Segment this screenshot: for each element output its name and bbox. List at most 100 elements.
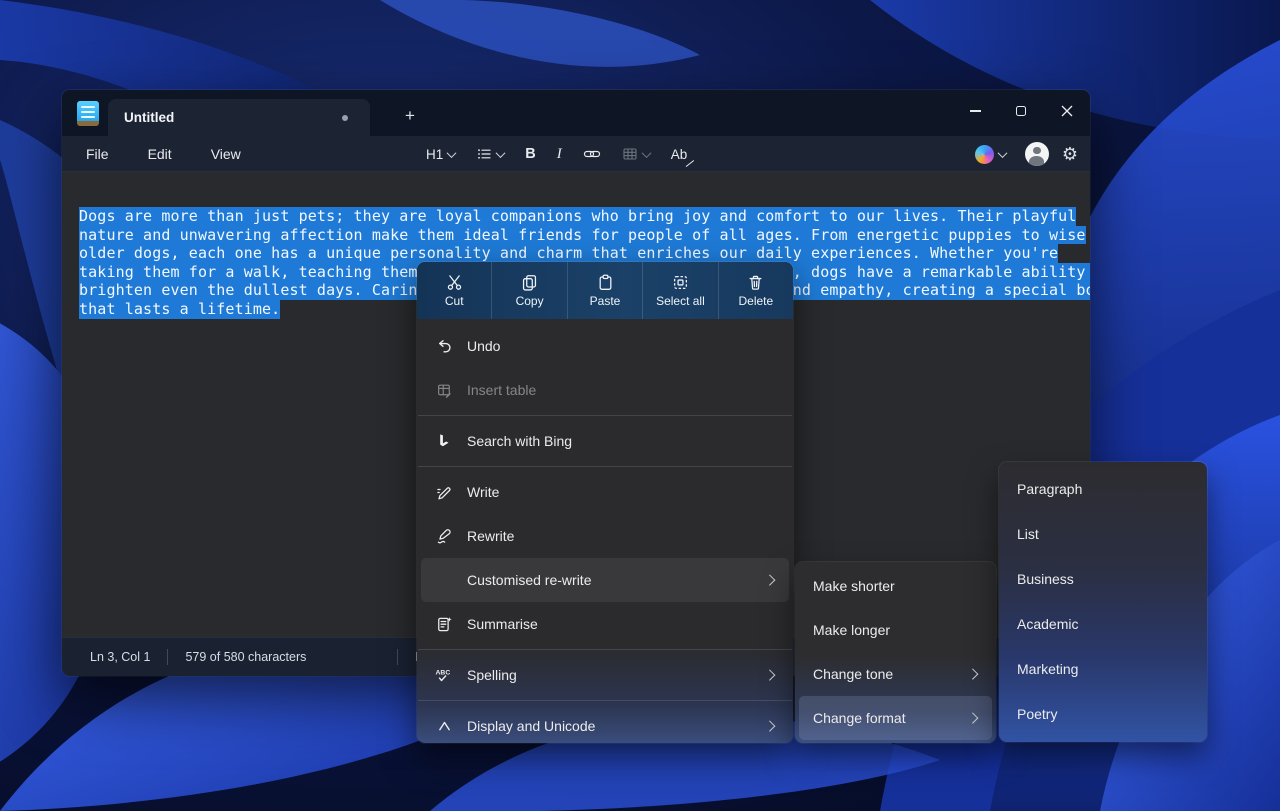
insert-table-label: Insert table (467, 382, 536, 398)
list-label: List (1003, 526, 1039, 542)
menu-item-academic[interactable]: Academic (1003, 601, 1203, 646)
account-button[interactable] (1025, 142, 1049, 166)
academic-label: Academic (1003, 616, 1078, 632)
menubar: File Edit View (80, 136, 247, 172)
menu-item-summarise[interactable]: Summarise (421, 602, 789, 646)
table-icon (622, 146, 638, 162)
paste-icon (597, 274, 614, 291)
quick-actions-row: Cut Copy Paste Select all (417, 262, 793, 319)
menu-item-paragraph[interactable]: Paragraph (1003, 466, 1203, 511)
menu-item-business[interactable]: Business (1003, 556, 1203, 601)
menu-item-display-unicode[interactable]: Display and Unicode (421, 704, 789, 743)
undo-icon (436, 338, 453, 355)
bold-button[interactable]: B (519, 142, 541, 166)
list-icon (476, 146, 492, 162)
titlebar: Untitled + (62, 90, 1090, 136)
copy-icon (521, 274, 538, 291)
menu-item-make-longer[interactable]: Make longer (799, 608, 992, 652)
business-label: Business (1003, 571, 1074, 587)
maximize-button[interactable] (998, 90, 1044, 132)
poetry-label: Poetry (1003, 706, 1057, 722)
delete-button[interactable]: Delete (719, 262, 793, 319)
context-menu: Cut Copy Paste Select all (417, 262, 793, 743)
format-tools: H1 B I (420, 136, 693, 172)
summarise-icon (436, 616, 453, 633)
display-unicode-label: Display and Unicode (467, 718, 595, 734)
tab-title: Untitled (108, 110, 174, 125)
menu-edit[interactable]: Edit (142, 143, 178, 165)
rewrite-pen-icon (436, 528, 453, 545)
menu-item-change-tone[interactable]: Change tone (799, 652, 992, 696)
menu-item-insert-table[interactable]: Insert table (421, 368, 789, 412)
paragraph-label: Paragraph (1003, 481, 1082, 497)
menu-item-write[interactable]: Write (421, 470, 789, 514)
insert-table-icon (436, 382, 453, 399)
settings-gear-icon[interactable]: ⚙ (1062, 145, 1078, 163)
spelling-abc-icon: ABC (435, 667, 453, 684)
copy-label: Copy (516, 294, 544, 308)
menu-separator (418, 466, 792, 467)
select-all-label: Select all (656, 294, 705, 308)
change-format-label: Change format (799, 710, 906, 726)
cut-icon (446, 274, 463, 291)
window-controls (952, 90, 1090, 132)
menu-item-make-shorter[interactable]: Make shorter (799, 564, 992, 608)
cut-label: Cut (445, 294, 464, 308)
toolbar-right: ⚙ (969, 136, 1078, 172)
notepad-app-icon (77, 101, 99, 126)
heading-dropdown[interactable]: H1 (420, 143, 461, 166)
delete-icon (747, 274, 764, 291)
paste-button[interactable]: Paste (568, 262, 643, 319)
link-icon (583, 146, 601, 162)
svg-text:ABC: ABC (436, 669, 451, 676)
select-all-button[interactable]: Select all (643, 262, 718, 319)
menu-item-undo[interactable]: Undo (421, 324, 789, 368)
menu-item-customised-rewrite[interactable]: Customised re-write (421, 558, 789, 602)
menu-file[interactable]: File (80, 143, 115, 165)
chevron-down-icon (997, 148, 1007, 158)
menu-item-spelling[interactable]: ABC Spelling (421, 653, 789, 697)
rewrite-submenu: Make shorter Make longer Change tone Cha… (795, 562, 996, 743)
bing-icon (436, 433, 452, 449)
new-tab-button[interactable]: + (396, 102, 424, 130)
clear-formatting-button[interactable]: Ab (665, 143, 694, 166)
menu-item-poetry[interactable]: Poetry (1003, 691, 1203, 736)
paste-label: Paste (590, 294, 621, 308)
delete-label: Delete (738, 294, 773, 308)
close-button[interactable] (1044, 90, 1090, 132)
menu-item-change-format[interactable]: Change format (799, 696, 992, 740)
chevron-right-icon (764, 670, 775, 681)
change-tone-label: Change tone (799, 666, 893, 682)
italic-label: I (557, 146, 562, 163)
unsaved-indicator (342, 115, 348, 121)
text-line: Dogs are more than just pets; they are l… (79, 207, 1090, 226)
tab-untitled[interactable]: Untitled (108, 99, 370, 136)
format-submenu: Paragraph List Business Academic Marketi… (999, 462, 1207, 742)
italic-button[interactable]: I (551, 142, 568, 167)
chevron-down-icon (496, 148, 506, 158)
caret-icon (436, 718, 453, 735)
menu-item-search-bing[interactable]: Search with Bing (421, 419, 789, 463)
menu-item-list[interactable]: List (1003, 511, 1203, 556)
text-line: nature and unwavering affection make the… (79, 226, 1090, 245)
menu-item-marketing[interactable]: Marketing (1003, 646, 1203, 691)
customised-rewrite-label: Customised re-write (467, 572, 591, 588)
copilot-dropdown[interactable] (969, 141, 1012, 168)
clear-formatting-label: Ab (671, 147, 688, 162)
minimize-button[interactable] (952, 90, 998, 132)
menu-view[interactable]: View (205, 143, 247, 165)
cut-button[interactable]: Cut (417, 262, 492, 319)
chevron-down-icon (641, 148, 651, 158)
rewrite-label: Rewrite (467, 528, 514, 544)
link-button[interactable] (577, 142, 607, 166)
chevron-right-icon (967, 713, 978, 724)
menu-item-rewrite[interactable]: Rewrite (421, 514, 789, 558)
list-dropdown[interactable] (470, 142, 510, 166)
table-dropdown[interactable] (616, 142, 656, 166)
search-bing-label: Search with Bing (467, 433, 572, 449)
copy-button[interactable]: Copy (492, 262, 567, 319)
chevron-down-icon (447, 148, 457, 158)
chevron-right-icon (967, 669, 978, 680)
marketing-label: Marketing (1003, 661, 1078, 677)
person-icon (1033, 147, 1041, 155)
